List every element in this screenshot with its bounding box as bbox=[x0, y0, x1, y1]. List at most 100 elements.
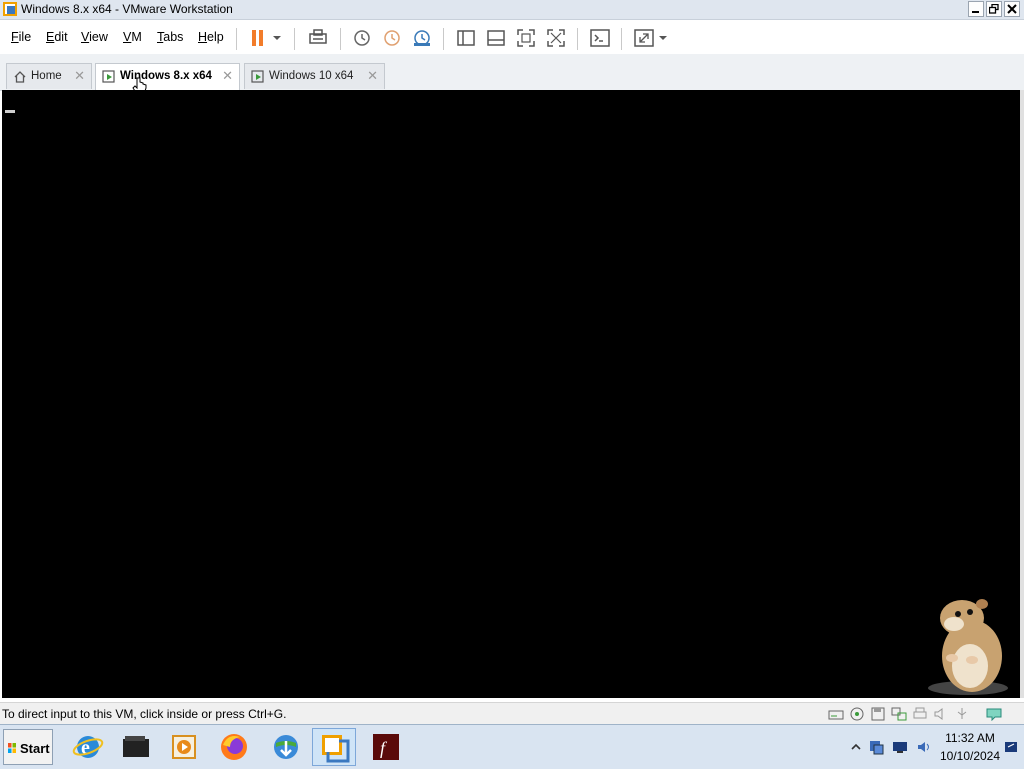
usb-icon[interactable] bbox=[954, 707, 970, 721]
unity-icon bbox=[547, 29, 565, 47]
taskbar-internet-download-manager[interactable] bbox=[264, 728, 308, 766]
network-icon[interactable] bbox=[868, 739, 884, 755]
clock-time[interactable]: 11:32 AM bbox=[935, 731, 1005, 745]
title-bar: Windows 8.x x64 - VMware Workstation bbox=[0, 0, 1024, 20]
library-view-button[interactable] bbox=[454, 26, 478, 50]
vm-icon bbox=[251, 70, 264, 83]
stretch-dropdown-button[interactable] bbox=[656, 26, 670, 50]
tab-close-button[interactable]: ✕ bbox=[74, 68, 85, 84]
network-adapter-icon[interactable] bbox=[891, 707, 907, 721]
message-log-icon[interactable] bbox=[986, 707, 1002, 721]
hard-disk-icon[interactable] bbox=[828, 707, 844, 721]
minimize-icon bbox=[972, 11, 979, 13]
show-hidden-icons-icon[interactable] bbox=[848, 739, 864, 755]
start-button[interactable]: Start bbox=[3, 729, 53, 765]
printer-icon[interactable] bbox=[912, 707, 928, 721]
menu-tabs[interactable]: Tabs bbox=[157, 30, 183, 44]
console-view-icon bbox=[590, 29, 610, 47]
full-screen-button[interactable] bbox=[514, 26, 538, 50]
tab-windows-10-x64[interactable]: Windows 10 x64 ✕ bbox=[244, 63, 385, 89]
folder-icon bbox=[123, 736, 149, 757]
media-player-icon bbox=[172, 735, 196, 759]
tab-windows-8x-x64[interactable]: Windows 8.x x64 ✕ bbox=[95, 63, 240, 90]
unity-button[interactable] bbox=[544, 26, 568, 50]
taskbar-firefox[interactable] bbox=[212, 728, 256, 766]
revert-snapshot-icon bbox=[384, 30, 400, 46]
thumbnail-bar-icon bbox=[487, 30, 505, 46]
restore-button[interactable] bbox=[986, 1, 1002, 17]
text-cursor bbox=[5, 110, 15, 113]
snapshot-icon bbox=[354, 30, 370, 46]
vmware-workstation-icon bbox=[322, 735, 350, 763]
tab-close-button[interactable]: ✕ bbox=[367, 68, 378, 84]
full-screen-icon bbox=[517, 29, 535, 47]
tab-close-button[interactable]: ✕ bbox=[222, 68, 233, 84]
snapshot-manager-icon bbox=[414, 30, 430, 46]
menu-help[interactable]: Help bbox=[198, 30, 224, 44]
vmware-app-icon bbox=[3, 2, 17, 16]
menu-mnemonic: T bbox=[157, 30, 164, 44]
close-icon bbox=[1007, 4, 1017, 14]
display-icon[interactable] bbox=[892, 739, 908, 755]
start-label: Start bbox=[20, 741, 50, 756]
window-title: Windows 8.x x64 - VMware Workstation bbox=[21, 2, 233, 16]
hamster-mascot-icon bbox=[928, 599, 1008, 695]
menu-mnemonic: H bbox=[198, 30, 208, 44]
dropdown-arrow-icon bbox=[273, 36, 281, 40]
taskbar-media-player[interactable] bbox=[162, 728, 206, 766]
restore-icon bbox=[989, 4, 999, 14]
library-view-icon bbox=[457, 30, 475, 46]
tab-label: Windows 10 x64 bbox=[269, 70, 354, 82]
toolbar-separator bbox=[294, 28, 295, 50]
menu-edit[interactable]: Edit bbox=[46, 30, 68, 44]
cd-dvd-icon[interactable] bbox=[849, 707, 865, 721]
pause-icon bbox=[252, 30, 263, 46]
menu-mnemonic: E bbox=[46, 30, 55, 44]
menu-file[interactable]: File bbox=[11, 30, 31, 44]
power-dropdown-button[interactable] bbox=[270, 26, 284, 50]
taskbar-folder[interactable] bbox=[114, 728, 158, 766]
vm-view-edge bbox=[1020, 90, 1024, 698]
revert-snapshot-button[interactable] bbox=[380, 26, 404, 50]
thumbnail-bar-button[interactable] bbox=[484, 26, 508, 50]
vm-display[interactable] bbox=[2, 90, 1020, 698]
console-view-button[interactable] bbox=[588, 26, 612, 50]
tab-label: Home bbox=[31, 70, 62, 82]
toolbar-separator bbox=[621, 28, 622, 50]
menu-toolbar: File Edit View VM Tabs Help bbox=[0, 20, 1024, 54]
stretch-guest-button[interactable] bbox=[632, 26, 656, 50]
vm-icon bbox=[102, 70, 115, 83]
internet-download-manager-icon bbox=[274, 735, 298, 759]
minimize-button[interactable] bbox=[968, 1, 984, 17]
toolbar-separator bbox=[577, 28, 578, 50]
snapshot-manager-button[interactable] bbox=[410, 26, 434, 50]
menu-vm[interactable]: VM bbox=[123, 30, 142, 44]
volume-icon[interactable] bbox=[916, 739, 932, 755]
taskbar-internet-explorer[interactable]: e bbox=[66, 728, 110, 766]
floppy-icon[interactable] bbox=[870, 707, 886, 721]
tab-strip: Home ✕ Windows 8.x x64 ✕ Windows 10 x64 … bbox=[0, 54, 1024, 95]
home-icon bbox=[14, 71, 26, 83]
menu-view[interactable]: View bbox=[81, 30, 108, 44]
taskbar-adobe-flash[interactable]: f bbox=[364, 728, 408, 766]
toolbar-separator bbox=[443, 28, 444, 50]
menu-mnemonic: V bbox=[81, 30, 90, 44]
taskbar-vmware-workstation[interactable] bbox=[312, 728, 356, 766]
take-snapshot-button[interactable] bbox=[350, 26, 374, 50]
toolbar-separator bbox=[340, 28, 341, 50]
pause-button[interactable] bbox=[246, 26, 270, 50]
internet-explorer-icon: e bbox=[72, 736, 104, 759]
send-ctrl-alt-del-icon bbox=[309, 29, 327, 44]
clock-date[interactable]: 10/10/2024 bbox=[935, 749, 1005, 763]
taskbar: Start e f 11:32 AM 10/10/2024 bbox=[0, 724, 1024, 769]
tab-home[interactable]: Home ✕ bbox=[6, 63, 92, 89]
close-button[interactable] bbox=[1004, 1, 1020, 17]
toolbar-separator bbox=[236, 28, 237, 50]
menu-mnemonic: F bbox=[11, 30, 19, 44]
sound-card-icon[interactable] bbox=[933, 707, 949, 721]
menu-mnemonic: V bbox=[123, 30, 132, 44]
status-message: To direct input to this VM, click inside… bbox=[2, 707, 287, 721]
adobe-flash-icon: f bbox=[373, 734, 399, 760]
send-ctrl-alt-del-button[interactable] bbox=[306, 26, 330, 50]
action-center-icon[interactable] bbox=[1003, 739, 1019, 755]
